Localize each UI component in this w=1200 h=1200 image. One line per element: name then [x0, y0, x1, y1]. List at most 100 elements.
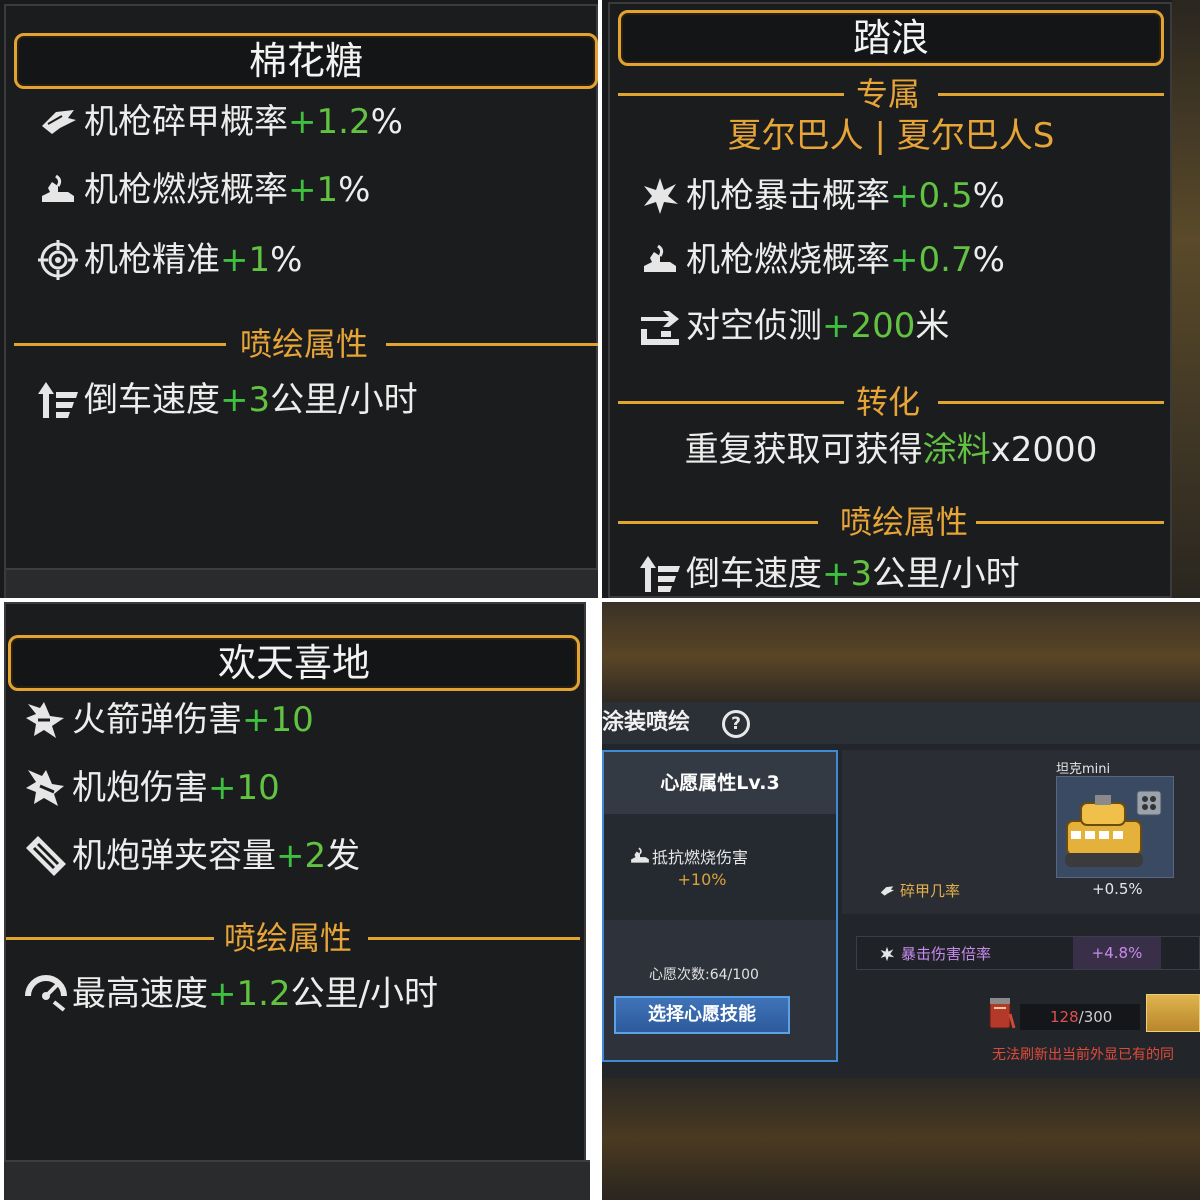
crit-name: 暴击伤害倍率 — [879, 943, 991, 964]
tank-name: 坦克mini — [1056, 762, 1111, 777]
wish-attribute: 抵抗燃烧伤害 +10% — [604, 814, 836, 920]
panel-frame — [4, 4, 598, 598]
stat-value: 3 — [850, 554, 873, 594]
stat-unit: 公里/小时 — [290, 974, 439, 1014]
crit-label: 暴击伤害倍率 — [901, 945, 992, 963]
stat-value: 2 — [304, 836, 327, 876]
stat-unit: % — [972, 240, 1005, 280]
stat-plus: + — [288, 170, 317, 210]
section-label: 喷绘属性 — [240, 325, 369, 363]
stat-unit: % — [370, 102, 403, 142]
stat-label: 最高速度 — [72, 974, 208, 1014]
burn-icon — [631, 847, 649, 863]
stat-row: 机枪暴击概率 + 0.5 % — [638, 174, 1005, 218]
tank-card[interactable] — [1056, 776, 1174, 878]
refresh-button[interactable] — [1146, 994, 1200, 1032]
panel-wave-rider: 踏浪 专属 夏尔巴人 | 夏尔巴人S 机枪暴击概率 + 0.5 % 机枪燃烧概率… — [602, 0, 1200, 598]
resist-value: +10% — [677, 870, 727, 889]
magazine-icon — [24, 836, 68, 876]
paint-can-icon — [986, 994, 1016, 1030]
crit-attribute-row: 暴击伤害倍率 +4.8% — [856, 936, 1200, 970]
crit-value: +4.8% — [1073, 937, 1161, 969]
convert-text: 重复获取可获得涂料x2000 — [602, 428, 1180, 472]
paint-screen: 涂装喷绘 ? 心愿属性Lv.3 抵抗燃烧伤害 +10% 心愿次数:64/100 … — [602, 602, 1200, 1200]
exclusive-divider: 专属 — [618, 74, 1164, 114]
section-label: 喷绘属性 — [840, 503, 969, 541]
stat-plus: + — [220, 240, 249, 280]
stat-label: 机枪精准 — [84, 240, 220, 280]
armor-label: 碎甲几率 — [900, 882, 961, 900]
paint-max: /300 — [1078, 1008, 1113, 1026]
resist-row: 抵抗燃烧伤害 — [628, 844, 748, 868]
stat-plus: + — [822, 306, 851, 346]
stat-plus: + — [890, 240, 919, 280]
help-icon[interactable]: ? — [722, 710, 750, 738]
convert-paint-label: 涂料 — [922, 430, 991, 470]
top-speed-icon — [24, 974, 68, 1014]
stat-row: 火箭弹伤害 + 10 — [24, 698, 314, 742]
stat-plus: + — [208, 768, 237, 808]
wish-count: 心愿次数:64/100 — [649, 967, 759, 983]
stat-plus: + — [288, 102, 317, 142]
burn-icon — [36, 170, 80, 210]
stat-label: 对空侦测 — [686, 306, 822, 346]
panel-title: 踏浪 — [618, 10, 1164, 66]
stat-label: 机枪碎甲概率 — [84, 102, 288, 142]
background-strip — [1172, 0, 1200, 598]
stat-plus: + — [890, 176, 919, 216]
air-detect-icon — [638, 306, 682, 346]
choose-wish-skill-button[interactable]: 选择心愿技能 — [614, 996, 790, 1034]
stat-row: 倒车速度 + 3 公里/小时 — [36, 378, 418, 422]
stat-row: 机枪燃烧概率 + 1 % — [36, 168, 370, 212]
stat-value: 3 — [248, 380, 271, 420]
wish-panel: 心愿属性Lv.3 抵抗燃烧伤害 +10% 心愿次数:64/100 选择心愿技能 — [602, 750, 838, 1062]
cannon-icon — [24, 768, 68, 808]
stat-value: 10 — [236, 768, 280, 808]
stat-label: 机枪暴击概率 — [686, 176, 890, 216]
stat-value: 200 — [850, 306, 916, 346]
panel-title: 棉花糖 — [14, 33, 598, 89]
reverse-speed-icon — [36, 380, 80, 420]
paint-count: 128/300 — [1020, 1004, 1140, 1030]
armor-break-icon — [36, 102, 80, 142]
stat-label: 机枪燃烧概率 — [84, 170, 288, 210]
section-divider: 喷绘属性 — [618, 502, 1164, 542]
panel-title: 欢天喜地 — [8, 635, 580, 691]
garage-background — [602, 602, 1200, 702]
convert-text-a: 重复获取可获得 — [684, 430, 923, 470]
burn-icon — [638, 240, 682, 280]
stat-unit: 公里/小时 — [270, 380, 418, 420]
stat-value: 1.2 — [236, 974, 291, 1014]
armor-row: 碎甲几率 — [878, 880, 960, 901]
stat-value: 1.2 — [316, 102, 371, 142]
stat-row: 机炮伤害 + 10 — [24, 766, 280, 810]
armor-break-icon — [880, 885, 894, 896]
stat-label: 机炮伤害 — [72, 768, 208, 808]
convert-divider: 转化 — [618, 382, 1164, 422]
convert-amount: x2000 — [990, 430, 1098, 470]
stat-row: 机枪燃烧概率 + 0.7 % — [638, 238, 1005, 282]
stat-row: 倒车速度 + 3 公里/小时 — [638, 552, 1020, 596]
stat-unit: 发 — [326, 836, 361, 876]
paint-header: 涂装喷绘 ? — [602, 702, 1200, 744]
stat-plus: + — [242, 700, 271, 740]
garage-background — [602, 1078, 1200, 1200]
crit-icon — [880, 946, 895, 961]
stat-plus: + — [208, 974, 237, 1014]
stat-row: 最高速度 + 1.2 公里/小时 — [24, 972, 438, 1016]
section-label: 喷绘属性 — [224, 919, 353, 957]
stat-value: 0.7 — [918, 240, 973, 280]
exclusive-label: 专属 — [856, 75, 921, 113]
tank-panel: 坦克mini 碎甲几率 +0.5% — [842, 750, 1200, 914]
crit-icon — [638, 176, 682, 216]
stat-unit: 公里/小时 — [872, 554, 1020, 594]
header-title: 涂装喷绘 — [602, 710, 691, 735]
reverse-speed-icon — [638, 554, 682, 594]
rocket-icon — [24, 700, 68, 740]
paint-current: 128 — [1050, 1008, 1079, 1026]
stat-value: 10 — [270, 700, 314, 740]
stat-label: 倒车速度 — [84, 380, 220, 420]
section-divider: 喷绘属性 — [14, 324, 598, 364]
resist-label: 抵抗燃烧伤害 — [652, 848, 749, 867]
stat-row: 机炮弹夹容量 + 2 发 — [24, 834, 360, 878]
